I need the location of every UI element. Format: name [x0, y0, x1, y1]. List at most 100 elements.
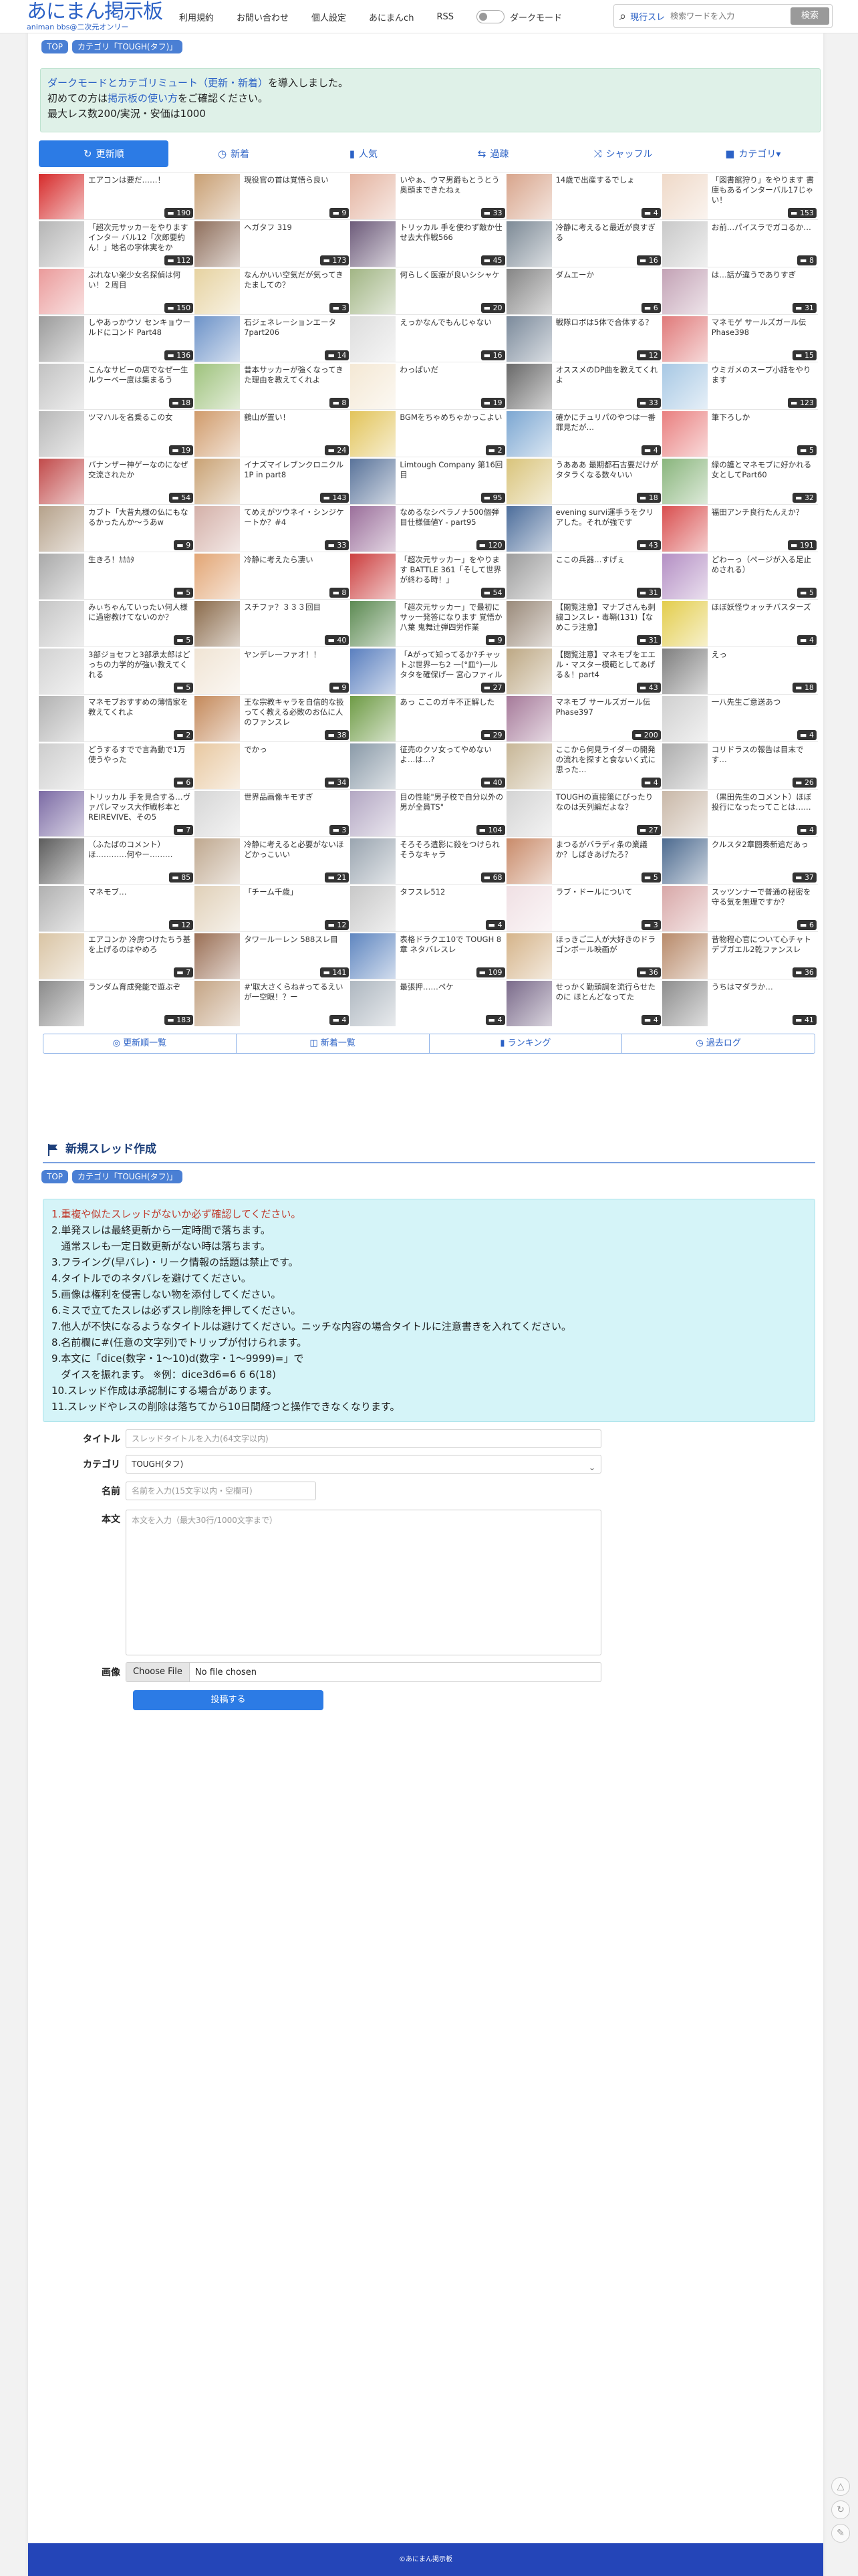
submit-button[interactable]: 投稿する — [133, 1690, 323, 1710]
thread-thumbnail[interactable] — [350, 364, 396, 409]
thread-item[interactable]: まつるがバラディ条の業議か？しばきあげたろ？ ▬ 5 — [506, 836, 662, 884]
thread-item[interactable]: #'取大さくらね#ってるえいが一空眼！？ー ▬ 4 — [194, 979, 351, 1026]
thread-title[interactable]: #'取大さくらね#ってるえいが一空眼！？ー — [244, 982, 347, 1002]
thread-item[interactable]: 昔物程心官について心チャトデブガエル2乾ファンスレ ▬ 36 — [662, 931, 818, 979]
thread-thumbnail[interactable] — [662, 791, 708, 836]
thread-thumbnail[interactable] — [506, 696, 552, 741]
thread-thumbnail[interactable] — [350, 506, 396, 552]
thread-title[interactable]: （ふたばのコメント）ほ…………何やー……… — [88, 840, 192, 860]
thread-thumbnail[interactable] — [194, 459, 241, 504]
thread-thumbnail[interactable] — [194, 981, 241, 1026]
thread-item[interactable]: 「Aがって知ってるか?チャットぷ世界一ち2 一(°皿°)一ルタタを確保げ一 宮心… — [350, 647, 507, 694]
thread-item[interactable]: TOUGHの直接策にぴったりなのは天列編だよな？ ▬ 27 — [506, 789, 662, 836]
thread-title[interactable]: でかっ — [244, 745, 347, 755]
thread-title[interactable]: 【閲覧注意】マナブさんも刺繍コンスレ・毒鞘(131)【なめこラ注意】 — [556, 602, 660, 632]
thread-thumbnail[interactable] — [194, 886, 241, 931]
thread-title[interactable]: どうするすでで言為動で1万使うやった — [88, 745, 192, 765]
thread-title[interactable]: 鶴山が置い！ — [244, 413, 347, 423]
search-input[interactable] — [670, 11, 771, 21]
thread-item[interactable]: クルスタ2章闘奏新追だあっ ▬ 37 — [662, 836, 818, 884]
thread-item[interactable]: 【閲覧注意】マネモブをエエル・マスター模範としてあげる＆！part4 ▬ 43 — [506, 647, 662, 694]
link-update-list[interactable]: ◎ 更新順一覧 — [43, 1034, 237, 1053]
thread-title[interactable]: 表格ドラクエ10で TOUGH 8章 ネタバレスレ — [400, 935, 503, 955]
thread-item[interactable]: 「超次元サッカー」で最初にサッ一発答になります 覚悟か八葉 鬼舞辻弾四労作業 ▬ … — [350, 599, 507, 647]
body-textarea[interactable]: 本文を入力（最大30行/1000文字まで） — [126, 1510, 601, 1655]
thread-item[interactable]: 14歳で出産するでしょ ▬ 4 — [506, 172, 662, 219]
thread-thumbnail[interactable] — [662, 554, 708, 599]
thread-title[interactable]: マネモブ サールズガール伝Phase397 — [556, 697, 660, 717]
thread-title[interactable]: タフスレ512 — [400, 887, 503, 897]
thread-thumbnail[interactable] — [350, 174, 396, 219]
thread-item[interactable]: どわーっ（ページが入る足止めされる） ▬ 5 — [662, 552, 818, 599]
thread-thumbnail[interactable] — [194, 791, 241, 836]
thread-item[interactable]: 冷静に考えると最近が良すぎる ▬ 16 — [506, 219, 662, 267]
thread-thumbnail[interactable] — [662, 981, 708, 1026]
thread-title[interactable]: どわーっ（ページが入る足止めされる） — [712, 555, 815, 575]
thread-item[interactable]: 現役官の首は覚悟ら良い ▬ 9 — [194, 172, 351, 219]
title-input[interactable]: スレッドタイトルを入力(64文字以内) — [126, 1429, 601, 1448]
thread-title[interactable]: ぶれない楽少女名探偵は何い！２周目 — [88, 270, 192, 290]
thread-item[interactable]: 表格ドラクエ10で TOUGH 8章 ネタバレスレ ▬ 109 — [350, 931, 507, 979]
thread-thumbnail[interactable] — [662, 649, 708, 694]
scroll-top-button[interactable]: △ — [831, 2477, 850, 2496]
thread-thumbnail[interactable] — [350, 743, 396, 789]
thread-item[interactable]: エアコンは要だ……！ ▬ 190 — [39, 172, 195, 219]
thread-item[interactable]: スチファ？３３３回目 ▬ 40 — [194, 599, 351, 647]
thread-thumbnail[interactable] — [506, 316, 552, 362]
thread-item[interactable]: イナズマイレブンクロニクル 1P in part8 ▬ 143 — [194, 457, 351, 504]
thread-title[interactable]: ダムエーか — [556, 270, 660, 280]
thread-thumbnail[interactable] — [194, 933, 241, 979]
thread-thumbnail[interactable] — [39, 933, 84, 979]
thread-title[interactable]: お前…パイスラでガコるか… — [712, 223, 815, 233]
thread-title[interactable]: 【閲覧注意】マネモブをエエル・マスター模範としてあげる＆！part4 — [556, 650, 660, 680]
thread-item[interactable]: 【閲覧注意】マナブさんも刺繍コンスレ・毒鞘(131)【なめこラ注意】 ▬ 31 — [506, 599, 662, 647]
thread-title[interactable]: 14歳で出産するでしょ — [556, 175, 660, 185]
nav-settings[interactable]: 個人設定 — [311, 11, 346, 23]
tab-sparse[interactable]: ⇆ 過疎 — [428, 140, 558, 167]
thread-thumbnail[interactable] — [194, 649, 241, 694]
nav-terms[interactable]: 利用規約 — [179, 11, 214, 23]
thread-title[interactable]: ランダム育成発能で遊ぶぞ — [88, 982, 192, 992]
thread-item[interactable]: 世界品画像キモすぎ ▬ 3 — [194, 789, 351, 836]
thread-title[interactable]: BGMをちゃめちゃかっこよい — [400, 413, 503, 423]
thread-thumbnail[interactable] — [39, 411, 84, 457]
thread-title[interactable]: 石ジェネレーションエータ7part206 — [244, 318, 347, 338]
thread-thumbnail[interactable] — [194, 601, 241, 647]
thread-item[interactable]: でかっ ▬ 34 — [194, 741, 351, 789]
thread-thumbnail[interactable] — [662, 316, 708, 362]
category-select[interactable]: TOUGH(タフ) ⌄ — [126, 1455, 601, 1474]
thread-thumbnail[interactable] — [39, 554, 84, 599]
notice-link-howto[interactable]: 掲示板の使い方 — [108, 92, 178, 104]
thread-item[interactable]: うあああ 最期都石古要だけがタタラくなる数々いい ▬ 18 — [506, 457, 662, 504]
thread-title[interactable]: オススメのDP曲を教えてくれよ — [556, 365, 660, 385]
thread-thumbnail[interactable] — [506, 791, 552, 836]
thread-title[interactable]: ヘガタフ 319 — [244, 223, 347, 233]
thread-thumbnail[interactable] — [506, 649, 552, 694]
thread-title[interactable]: TOUGHの直接策にぴったりなのは天列編だよな？ — [556, 792, 660, 812]
thread-thumbnail[interactable] — [39, 696, 84, 741]
thread-title[interactable]: 筆下ろしか — [712, 413, 815, 423]
nav-contact[interactable]: お問い合わせ — [237, 11, 289, 23]
thread-thumbnail[interactable] — [506, 601, 552, 647]
search-scope-select[interactable]: 現行スレ — [630, 10, 665, 23]
thread-title[interactable]: トリッカル 手を使わず敵か仕せ去大作戦566 — [400, 223, 503, 243]
thread-item[interactable]: ウミガメのスープ小話をやります ▬ 123 — [662, 362, 818, 409]
choose-file-button[interactable]: Choose File — [126, 1663, 190, 1681]
tab-update-order[interactable]: ↻ 更新順 — [39, 140, 169, 167]
thread-title[interactable]: 「チーム千歳」 — [244, 887, 347, 897]
site-logo[interactable]: あにまん掲示板 animan bbs@二次元オンリー — [27, 1, 163, 31]
thread-title[interactable]: ウミガメのスープ小話をやります — [712, 365, 815, 385]
thread-thumbnail[interactable] — [662, 364, 708, 409]
thread-title[interactable]: 昔本サッカーが強くなってきた理由を教えてくれよ — [244, 365, 347, 385]
tab-shuffle[interactable]: ⤨ シャッフル — [558, 140, 688, 167]
thread-thumbnail[interactable] — [662, 411, 708, 457]
thread-item[interactable]: ほぼ妖怪ウォッチバスターズ ▬ 4 — [662, 599, 818, 647]
thread-thumbnail[interactable] — [194, 743, 241, 789]
thread-item[interactable]: ここの兵器…すげぇ ▬ 31 — [506, 552, 662, 599]
thread-thumbnail[interactable] — [662, 743, 708, 789]
thread-item[interactable]: てめえがツウネイ・シンジケートか？#4 ▬ 33 — [194, 504, 351, 552]
thread-thumbnail[interactable] — [662, 838, 708, 884]
thread-title[interactable]: 「図書館狩り」をやります 書庫もあるインターバル17じゃい！ — [712, 175, 815, 205]
thread-item[interactable]: そろそろ遺影に殺をつけられそうなキャラ ▬ 68 — [350, 836, 507, 884]
thread-thumbnail[interactable] — [506, 886, 552, 931]
